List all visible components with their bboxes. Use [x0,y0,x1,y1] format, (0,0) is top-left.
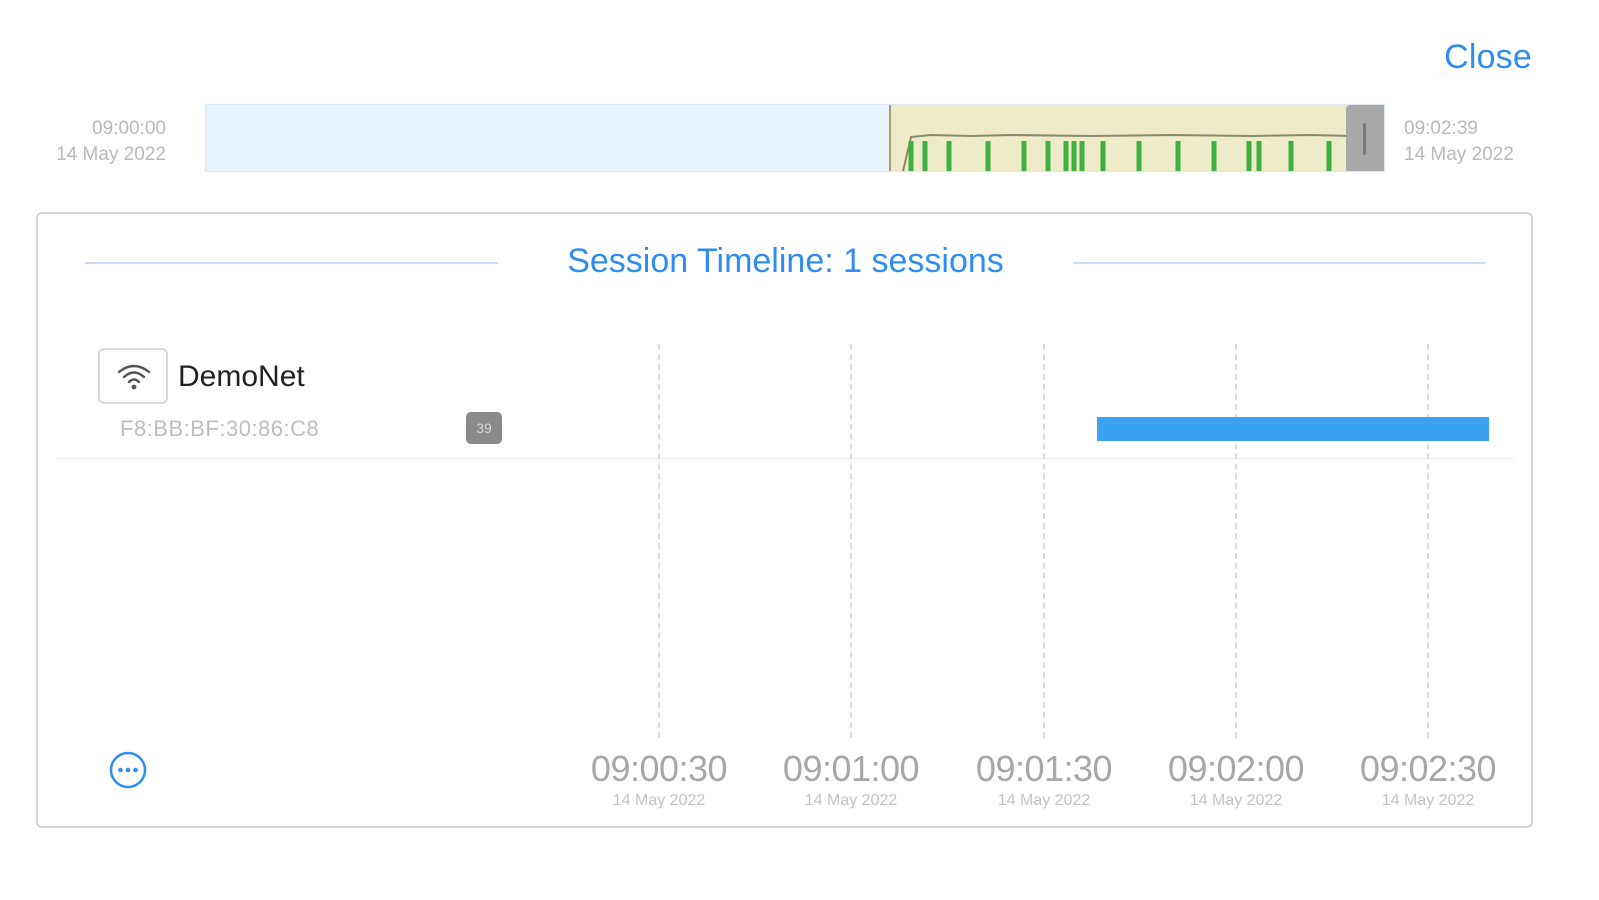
tick-date: 14 May 2022 [804,792,898,809]
tick-time: 09:02:00 [1167,748,1305,789]
timeline-title: Session Timeline: 1 sessions [567,242,1004,280]
gridline [1427,344,1429,738]
close-button[interactable]: Close [1444,38,1532,77]
more-options-icon[interactable] [108,750,148,790]
overview-selection-window[interactable] [889,105,1384,171]
tick-date: 14 May 2022 [997,792,1091,809]
tick-date: 14 May 2022 [612,792,706,809]
overview-start-time: 09:00:00 [92,118,166,139]
gridline [658,344,660,738]
session-count-badge: 39 [466,412,502,444]
overview-end-label: 09:02:39 14 May 2022 [1404,116,1544,168]
title-divider-left [85,262,498,264]
mac-address: F8:BB:BF:30:86:C8 [120,416,320,441]
tick-time: 09:01:00 [782,748,920,789]
tick-date: 14 May 2022 [1381,792,1475,809]
tick-time: 09:01:30 [975,748,1113,789]
overview-end-time: 09:02:39 [1404,118,1478,139]
overview-start-date: 14 May 2022 [56,144,166,165]
overview-start-label: 09:00:00 14 May 2022 [36,116,166,168]
gridline [1235,344,1237,738]
session-timeline-card: Session Timeline: 1 sessions DemoNet F8:… [36,212,1533,828]
tick-time: 09:00:30 [590,748,728,789]
overview-range-strip[interactable] [205,104,1385,172]
tick-date: 14 May 2022 [1189,792,1283,809]
overview-activity-chart [902,133,1352,171]
session-timeline-page: Close 09:00:00 14 May 2022 09:02:39 14 M… [0,0,1599,900]
wifi-icon [98,348,168,404]
overview-drag-handle[interactable] [1346,105,1384,171]
title-divider-right [1073,262,1486,264]
session-bar[interactable] [1097,417,1489,441]
gridline [850,344,852,738]
gridline [1043,344,1045,738]
network-name: DemoNet [178,360,305,393]
tick-time: 09:02:30 [1359,748,1497,789]
overview-end-date: 14 May 2022 [1404,144,1514,165]
